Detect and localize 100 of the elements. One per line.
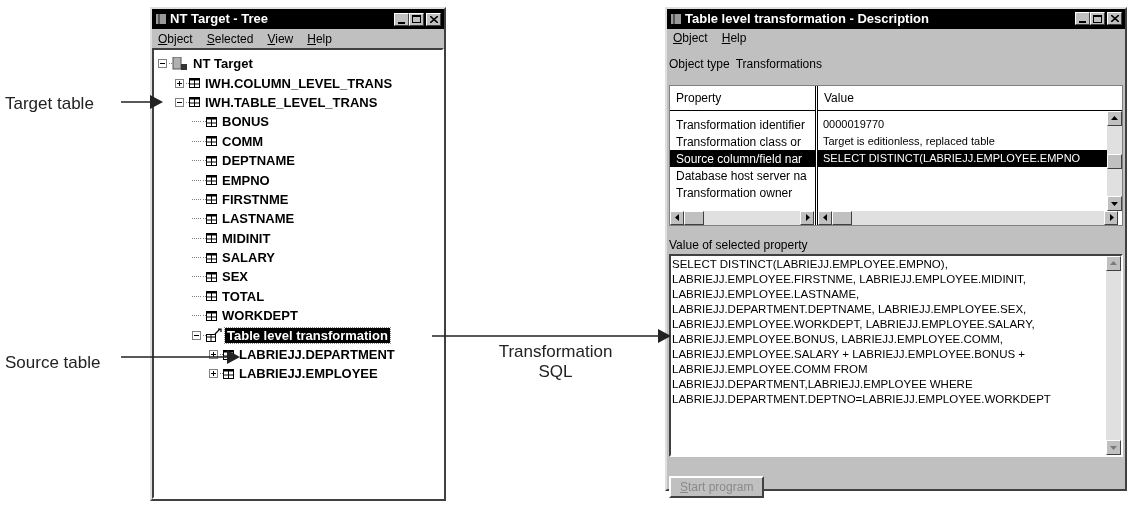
sql-line: LABRIEJJ.DEPARTMENT,LABRIEJJ.EMPLOYEE WHERE xyxy=(672,376,974,392)
expand-icon[interactable] xyxy=(209,350,218,360)
table-icon xyxy=(189,78,200,89)
arrow-up-icon xyxy=(1109,258,1118,268)
table-icon xyxy=(206,136,217,147)
table-icon xyxy=(206,291,217,302)
tree-item[interactable]: EMPNO xyxy=(220,172,272,188)
sql-line: SELECT DISTINCT(LABRIEJJ.EMPLOYEE.EMPNO), xyxy=(672,256,949,272)
table-cell[interactable]: Database host server na xyxy=(670,166,815,184)
arrow-left-icon xyxy=(820,213,830,222)
window-icon xyxy=(155,13,167,25)
field-label: Value of selected property xyxy=(668,236,809,254)
callout-label: Source table xyxy=(5,351,101,374)
sql-line: LABRIEJJ.DEPARTMENT.DEPTNO=LABRIEJJ.EMPLOYEE.WORKDEPT xyxy=(672,391,1052,407)
arrow-up-icon xyxy=(1110,113,1119,123)
tree-item[interactable]: IWH.COLUMN_LEVEL_TRANS xyxy=(203,75,395,91)
sql-line: LABRIEJJ.EMPLOYEE.WORKDEPT, LABRIEJJ.EMPLOYEE.SALARY, xyxy=(672,316,1036,332)
sql-line: LABRIEJJ.EMPLOYEE.SALARY + LABRIEJJ.EMPLOYEE.BONUS + xyxy=(672,346,1027,362)
menu-item[interactable]: Object xyxy=(158,29,193,48)
callout-arrow xyxy=(120,95,163,109)
table-icon xyxy=(189,97,200,108)
menu-item[interactable]: Help xyxy=(721,28,747,47)
close-icon xyxy=(1110,15,1119,23)
arrow-left-icon xyxy=(672,213,682,222)
maximize-icon xyxy=(412,15,421,23)
window-icon xyxy=(670,12,682,25)
tree-item[interactable]: WORKDEPT xyxy=(220,308,300,324)
menu-item[interactable]: Selected xyxy=(206,29,254,48)
tree-item[interactable]: TOTAL xyxy=(220,288,267,304)
tree-item[interactable]: MIDINIT xyxy=(220,230,273,246)
table-cell[interactable]: Source column/field nar xyxy=(670,149,815,167)
expand-icon[interactable] xyxy=(209,369,218,379)
field-label: Object type xyxy=(669,55,730,73)
maximize-icon xyxy=(1093,14,1102,23)
tree-item[interactable]: LABRIEJJ.EMPLOYEE xyxy=(237,366,380,382)
menu-item[interactable]: Object xyxy=(673,28,708,47)
sql-line: LABRIEJJ.DEPARTMENT.DEPTNAME, LABRIEJJ.EMPLOYEE.SEX, xyxy=(672,301,1028,317)
horizontal-scrollbar[interactable] xyxy=(818,210,1118,225)
menu-item[interactable]: Help xyxy=(307,29,332,48)
table-cell[interactable]: Transformation class or xyxy=(670,132,815,150)
sql-line: LABRIEJJ.EMPLOYEE.LASTNAME, xyxy=(672,286,861,302)
window-title: NT Target - Tree xyxy=(170,10,268,29)
tree-item[interactable]: BONUS xyxy=(220,114,271,130)
table-icon xyxy=(206,116,217,127)
minimize-icon xyxy=(1079,21,1086,25)
minimize-button[interactable] xyxy=(394,12,409,26)
vertical-scrollbar[interactable] xyxy=(1106,255,1121,455)
value-text-area[interactable] xyxy=(669,253,1123,457)
close-button[interactable] xyxy=(426,12,441,26)
callout-label: Target table xyxy=(5,93,94,115)
tree-item[interactable]: COMM xyxy=(220,133,266,149)
callout-label: Transformation SQL xyxy=(497,342,614,382)
transformation-icon xyxy=(206,328,222,343)
table-icon xyxy=(206,155,217,166)
scroll-thumb[interactable] xyxy=(684,210,704,225)
tree-item[interactable]: IWH.TABLE_LEVEL_TRANS xyxy=(203,94,380,110)
collapse-icon[interactable] xyxy=(175,97,184,107)
sql-line: LABRIEJJ.EMPLOYEE.COMM FROM xyxy=(672,361,869,377)
window-title: Table level transformation - Description xyxy=(685,10,929,28)
minimize-button[interactable] xyxy=(1075,12,1090,26)
tree-item[interactable]: SALARY xyxy=(220,250,277,266)
scroll-thumb[interactable] xyxy=(1107,153,1122,169)
maximize-button[interactable] xyxy=(1090,12,1105,26)
horizontal-scrollbar[interactable] xyxy=(670,210,814,225)
collapse-icon[interactable] xyxy=(158,59,167,69)
scroll-thumb[interactable] xyxy=(832,210,852,225)
menu-item[interactable]: View xyxy=(267,29,294,48)
field-value: Transformations xyxy=(735,55,822,73)
table-cell[interactable]: 0000019770 xyxy=(818,115,1107,133)
table-cell[interactable]: Target is editionless, replaced table xyxy=(818,132,1107,150)
table-icon xyxy=(206,194,217,205)
close-icon xyxy=(429,15,438,23)
tree-item[interactable]: LABRIEJJ.DEPARTMENT xyxy=(237,347,397,363)
sql-line: LABRIEJJ.EMPLOYEE.FIRSTNME, LABRIEJJ.EMPLOYEE.MIDINIT, xyxy=(672,271,1028,287)
table-icon xyxy=(206,213,217,224)
table-icon xyxy=(206,310,217,321)
maximize-button[interactable] xyxy=(409,12,424,26)
vertical-scrollbar[interactable] xyxy=(1107,110,1122,211)
tree-item[interactable]: DEPTNAME xyxy=(220,153,297,169)
table-icon xyxy=(206,175,217,186)
tree-item[interactable]: FIRSTNME xyxy=(220,191,291,207)
column-header: Property xyxy=(670,85,815,111)
table-cell[interactable]: SELECT DISTINCT(LABRIEJJ.EMPLOYEE.EMPNO xyxy=(818,149,1107,167)
table-icon xyxy=(206,233,217,244)
table-cell[interactable]: Transformation owner xyxy=(670,183,815,201)
tree-item[interactable]: LASTNAME xyxy=(220,211,297,227)
table-icon xyxy=(223,368,234,379)
tree-item[interactable]: NT Target xyxy=(191,56,255,72)
column-header: Value xyxy=(818,85,1122,111)
minimize-icon xyxy=(398,21,405,25)
collapse-icon[interactable] xyxy=(192,330,201,340)
table-icon xyxy=(206,252,217,263)
expand-icon[interactable] xyxy=(175,78,184,88)
server-icon xyxy=(172,56,188,71)
tree-item[interactable]: Table level transformation xyxy=(225,327,390,343)
sql-line: LABRIEJJ.EMPLOYEE.BONUS, LABRIEJJ.EMPLOYEE.COMM, xyxy=(672,331,1005,347)
table-cell[interactable]: Transformation identifier xyxy=(670,115,815,133)
table-icon xyxy=(206,272,217,282)
close-button[interactable] xyxy=(1107,12,1122,26)
tree-item[interactable]: SEX xyxy=(220,269,250,285)
